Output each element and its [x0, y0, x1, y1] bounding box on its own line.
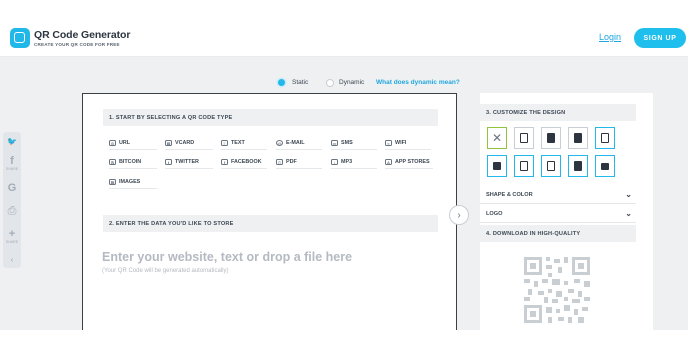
twitter-icon: t [165, 159, 172, 165]
step2-heading: 2. ENTER THE DATA YOU'D LIKE TO STORE [103, 215, 438, 232]
close-icon: ✕ [491, 131, 503, 145]
type-facebook[interactable]: f FACEBOOK [221, 156, 267, 169]
google-icon[interactable]: G [3, 183, 21, 194]
frame-option-5[interactable] [487, 155, 507, 177]
step3-heading: 3. CUSTOMIZE THE DESIGN [480, 104, 636, 121]
data-input-hint: (Your QR Code will be generated automati… [102, 268, 229, 274]
collapse-icon[interactable]: ‹ [3, 254, 21, 265]
frame-option-3[interactable] [568, 127, 588, 149]
app-stores-icon: A [385, 159, 392, 165]
vcard-icon: ▤ [165, 140, 172, 146]
frame-option-8[interactable] [568, 155, 588, 177]
qr-logo-icon[interactable] [10, 28, 30, 48]
logo-title[interactable]: QR Code Generator [34, 29, 130, 41]
chevron-right-icon: › [457, 209, 461, 221]
type-app-stores[interactable]: A APP STORES [385, 156, 433, 169]
sms-icon: ▭ [331, 140, 338, 146]
facebook-icon: f [221, 159, 228, 165]
type-pdf[interactable]: ▯ PDF [276, 156, 322, 169]
print-icon[interactable]: ⎙ [3, 206, 21, 217]
frame-option-9[interactable] [595, 155, 615, 177]
dynamic-label[interactable]: Dynamic [339, 79, 364, 86]
chevron-down-icon: ⌄ [625, 190, 632, 199]
type-vcard[interactable]: ▤ VCARD [165, 137, 213, 150]
what-is-dynamic-link[interactable]: What does dynamic mean? [376, 79, 460, 86]
bottom-strip [0, 330, 688, 350]
type-url[interactable]: ⊙ URL [109, 137, 157, 150]
frame-none-option[interactable]: ✕ [487, 127, 507, 149]
static-label[interactable]: Static [292, 79, 308, 86]
frame-option-2[interactable] [541, 127, 561, 149]
type-twitter[interactable]: t TWITTER [165, 156, 213, 169]
next-step-button[interactable]: › [449, 205, 469, 225]
qr-code-preview [524, 257, 590, 323]
login-link[interactable]: Login [599, 32, 621, 42]
bitcoin-icon: ₿ [109, 159, 116, 165]
dynamic-radio[interactable] [326, 79, 334, 87]
images-icon: ▨ [109, 179, 116, 185]
frame-option-7[interactable] [541, 155, 561, 177]
frame-option-6[interactable] [514, 155, 534, 177]
url-icon: ⊙ [109, 140, 116, 146]
qr-input-panel [82, 93, 457, 330]
logo-subtitle: CREATE YOUR QR CODE FOR FREE [34, 42, 120, 47]
type-sms[interactable]: ▭ SMS [331, 137, 377, 150]
step4-heading: 4. DOWNLOAD IN HIGH-QUALITY [480, 225, 636, 242]
type-email[interactable]: @ E-MAIL [276, 137, 322, 150]
mp3-icon: ♪ [331, 159, 338, 165]
facebook-icon[interactable]: f SHARE [3, 156, 21, 172]
static-radio[interactable] [278, 79, 285, 86]
data-input[interactable]: Enter your website, text or drop a file … [102, 250, 352, 264]
chevron-down-icon: ⌄ [625, 209, 632, 218]
social-share-sidebar: 🐦 f SHARE G ⎙ + SHARE ‹ [3, 132, 21, 268]
twitter-icon[interactable]: 🐦 [3, 136, 21, 147]
step1-heading: 1. START BY SELECTING A QR CODE TYPE [103, 109, 438, 126]
frame-option-1[interactable] [514, 127, 534, 149]
type-mp3[interactable]: ♪ MP3 [331, 156, 377, 169]
text-icon: ≡ [221, 140, 228, 146]
logo-accordion[interactable]: LOGO ⌄ [480, 206, 636, 223]
signup-button[interactable]: SIGN UP [634, 28, 686, 48]
plus-icon[interactable]: + SHARE [3, 229, 21, 245]
shape-color-accordion[interactable]: SHAPE & COLOR ⌄ [480, 187, 636, 204]
type-wifi[interactable]: ≈ WIFI [385, 137, 431, 150]
type-text[interactable]: ≡ TEXT [221, 137, 267, 150]
wifi-icon: ≈ [385, 140, 392, 146]
pdf-icon: ▯ [276, 159, 283, 165]
frame-option-4[interactable] [595, 127, 615, 149]
type-bitcoin[interactable]: ₿ BITCOIN [109, 156, 157, 169]
email-icon: @ [276, 140, 283, 146]
type-images[interactable]: ▨ IMAGES [109, 176, 157, 189]
